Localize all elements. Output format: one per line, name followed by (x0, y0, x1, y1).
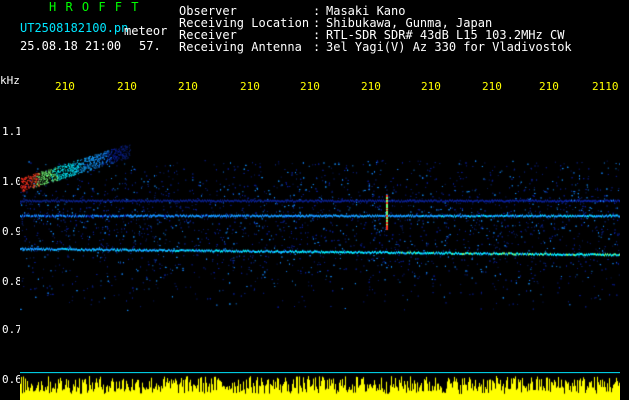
x-tick: 2110 (592, 80, 619, 93)
datetime: 25.08.18 21:00 (20, 39, 122, 53)
y-tick: 1.0 (2, 175, 22, 188)
antenna-label: Receiving Antenna (179, 40, 302, 54)
filename: UT2508182100.pn (20, 21, 129, 35)
spectrogram-canvas (20, 100, 620, 372)
y-tick: 0.6 (2, 373, 22, 386)
x-tick: 210 (240, 80, 260, 93)
mode-label: meteor (124, 24, 168, 38)
x-tick: 210 (178, 80, 198, 93)
x-tick: 210 (117, 80, 137, 93)
x-tick: 210 (421, 80, 441, 93)
x-tick: 210 (539, 80, 559, 93)
y-tick: 0.7 (2, 323, 22, 336)
x-tick: 210 (361, 80, 381, 93)
y-tick: 0.9 (2, 225, 22, 238)
activity-histogram (20, 372, 620, 400)
y-tick: 1.1 (2, 125, 22, 138)
y-tick: 0.8 (2, 275, 22, 288)
x-tick: 210 (300, 80, 320, 93)
detection-count: 57. (139, 39, 161, 53)
colon: : (313, 40, 321, 54)
antenna-value: 3el Yagi(V) Az 330 for Vladivostok (326, 40, 572, 54)
brand-title: H R O F F T (49, 0, 140, 14)
x-tick: 210 (55, 80, 75, 93)
y-axis-unit: kHz (0, 74, 20, 87)
x-tick: 210 (482, 80, 502, 93)
